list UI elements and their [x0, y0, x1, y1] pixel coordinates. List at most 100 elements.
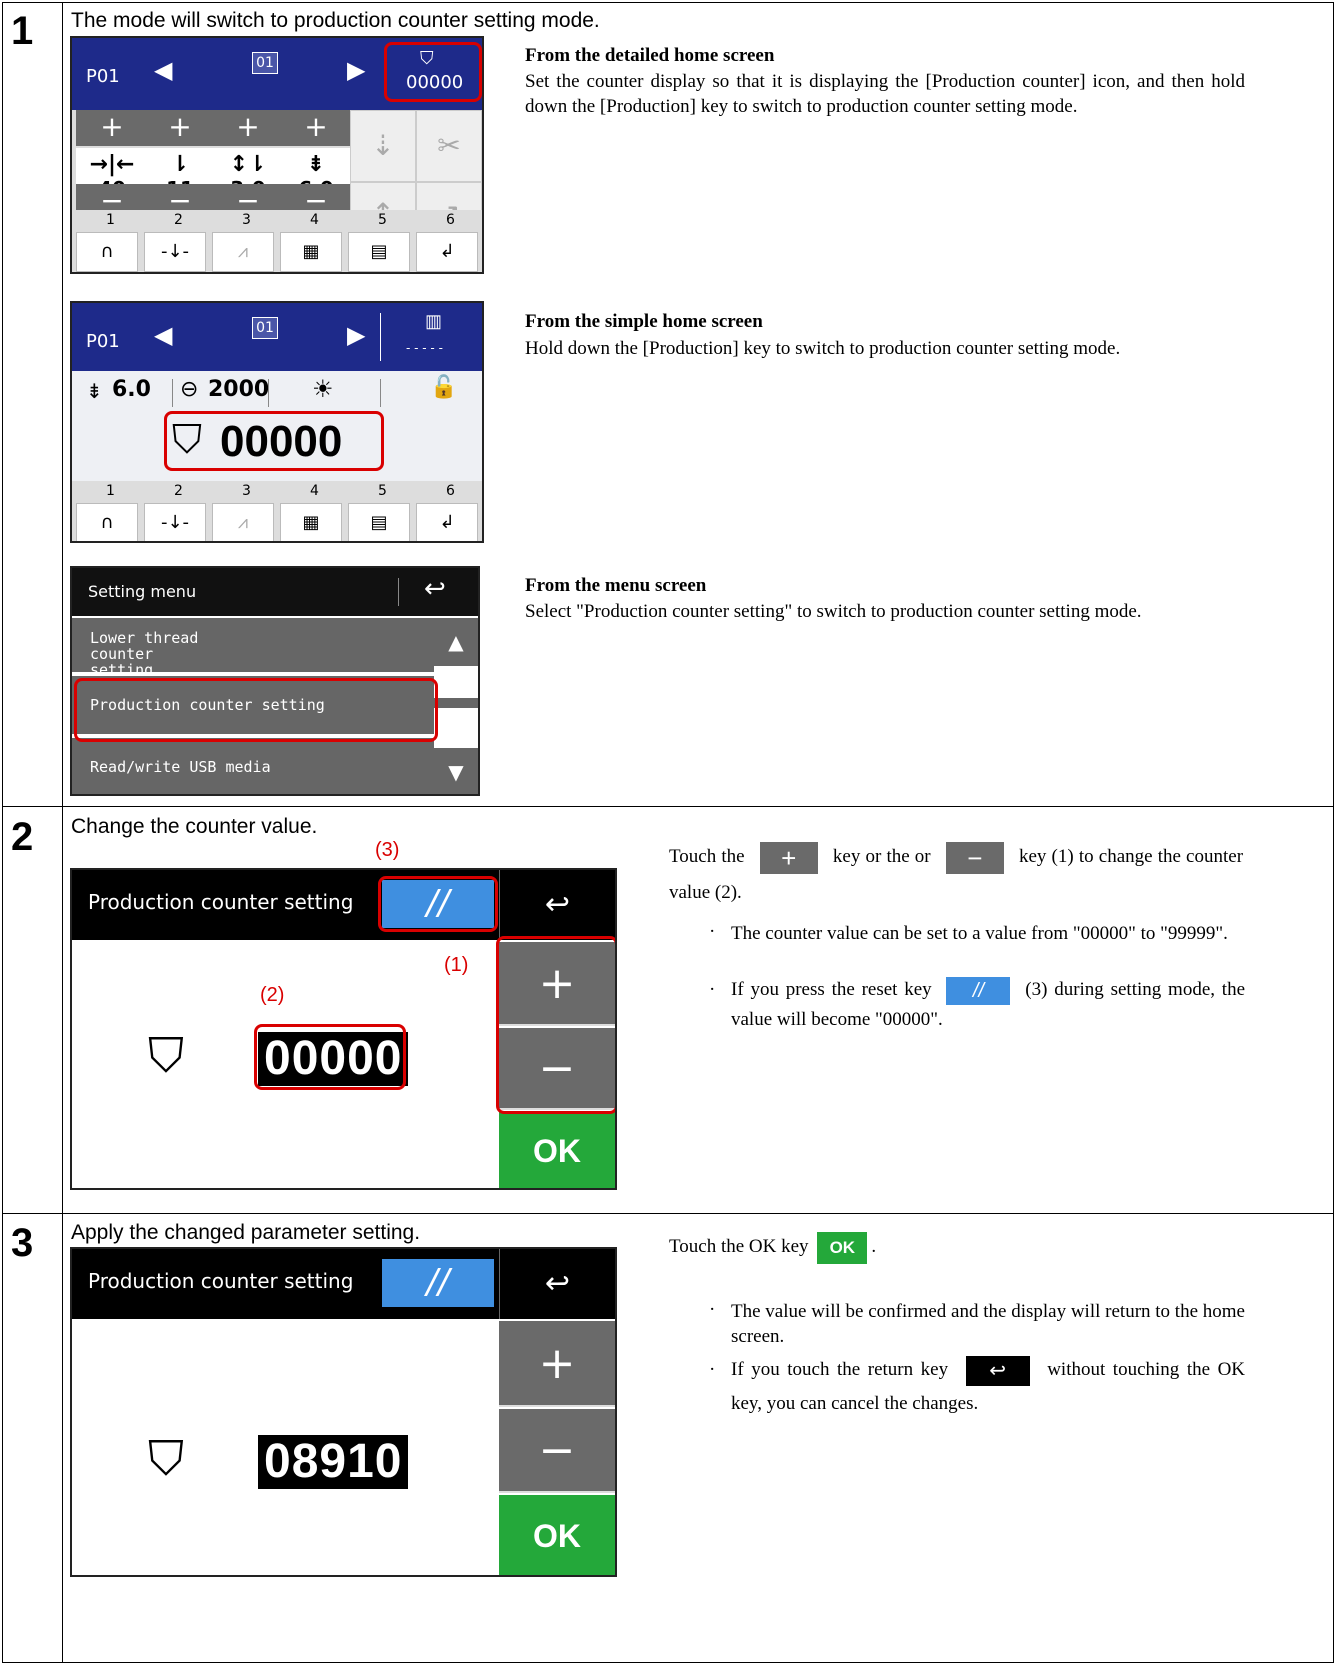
menu-item-usb[interactable]: Read/write USB media: [72, 738, 434, 794]
menu-screen: Setting menu ↩ Lower thread counter sett…: [70, 566, 480, 796]
scroll-up-icon[interactable]: ▲: [434, 618, 478, 666]
needle-position-icon[interactable]: -↓-: [144, 232, 206, 272]
highlight-box: [378, 876, 498, 932]
minus-key-icon: −: [945, 841, 1004, 874]
highlight-box: [74, 678, 438, 742]
nav-bar: P01 ◀ 01 ▶ ▥ - - - - -: [72, 303, 482, 371]
counter-dashes: - - - - -: [406, 341, 443, 355]
counter-icon: ▥: [425, 311, 443, 331]
width-icon: →|←: [89, 152, 135, 177]
highlight-box: [384, 42, 482, 102]
function-key-row: 1 2 3 4 5 6 ∩ -↓- ⩘ ▦ ▤ ↲: [72, 210, 482, 272]
function-key-row: 1 2 3 4 5 6 ∩ -↓- ⩘ ▦ ▤ ↲: [72, 481, 482, 541]
menu-header: Setting menu ↩: [72, 568, 478, 616]
key-number: 2: [174, 483, 183, 499]
section-heading: From the detailed home screen: [525, 45, 775, 66]
step-intro: The mode will switch to production count…: [71, 9, 600, 32]
stitch-select-icon[interactable]: ▦: [280, 503, 342, 541]
key-number: 2: [174, 212, 183, 228]
plus-key[interactable]: +: [499, 1321, 615, 1407]
next-arrow-icon[interactable]: ▶: [347, 56, 365, 85]
step-intro: Apply the changed parameter setting.: [71, 1221, 421, 1244]
instruction-table: 1 The mode will switch to production cou…: [2, 2, 1334, 1663]
width-select-icon[interactable]: ▤: [348, 503, 410, 541]
return-key[interactable]: ↩: [499, 1249, 615, 1319]
prev-arrow-icon[interactable]: ◀: [154, 321, 172, 350]
callout-label: (2): [260, 984, 285, 1006]
return-arrow-icon[interactable]: ↩: [424, 574, 446, 604]
thread-trim-icon[interactable]: ∩: [76, 503, 138, 541]
minus-key[interactable]: −: [499, 1409, 615, 1493]
counter-setting-screen: Production counter setting // ↩ (1) (2) …: [70, 868, 617, 1190]
ok-key[interactable]: OK: [499, 1495, 615, 1575]
next-arrow-icon[interactable]: ▶: [347, 321, 365, 350]
light-icon: ☀: [312, 375, 334, 403]
section-text: Set the counter display so that it is di…: [525, 71, 1245, 117]
screen-title: Production counter setting: [88, 1269, 354, 1293]
needle-position-icon[interactable]: -↓-: [144, 503, 206, 541]
thread-trim-icon[interactable]: ∩: [76, 232, 138, 272]
key-number: 4: [310, 212, 319, 228]
needle-icon: ⇂: [170, 152, 190, 177]
row-divider: [3, 1213, 1333, 1214]
plus-key[interactable]: +: [144, 110, 216, 146]
detailed-home-screen: P01 ◀ 01 ▶ ⛉ 00000 + + + + →|←40 ⇂11 ↕⇂3…: [70, 36, 484, 274]
plus-key[interactable]: +: [280, 110, 352, 146]
plus-key[interactable]: +: [76, 110, 148, 146]
step-intro: Change the counter value.: [71, 815, 318, 838]
scroll-down-icon[interactable]: ▼: [434, 748, 478, 794]
zigzag-icon[interactable]: ⩘: [212, 503, 274, 541]
menu-item-lower-thread[interactable]: Lower thread counter setting: [72, 618, 434, 678]
return-key[interactable]: ↩: [499, 870, 615, 940]
prev-arrow-icon[interactable]: ◀: [154, 56, 172, 85]
counter-setting-screen: Production counter setting // ↩ ⛉ 08910 …: [70, 1247, 617, 1577]
shirt-icon: ⛉: [148, 1028, 185, 1084]
section-heading: From the simple home screen: [525, 311, 763, 332]
scroll-thumb[interactable]: [434, 698, 478, 708]
step-column-divider: [62, 3, 63, 1662]
step-instruction: Touch the + key or the or − key (1) to c…: [669, 841, 1244, 903]
highlight-box: [254, 1024, 406, 1090]
bullet-text: The value will be confirmed and the disp…: [731, 1301, 1245, 1347]
scrollbar[interactable]: ▲ ▼: [434, 618, 478, 794]
key-number: 1: [106, 212, 115, 228]
speed-icon: ⊖: [180, 377, 199, 402]
counter-body: (1) (2) ⛉ 00000: [72, 940, 499, 1188]
stitch-value: 6.0: [112, 377, 151, 402]
bullet-text: The counter value can be set to a value …: [731, 923, 1228, 944]
needle-stop-icon[interactable]: ↲: [416, 232, 478, 272]
ok-key[interactable]: OK: [499, 1112, 615, 1188]
highlight-box: [164, 411, 384, 471]
needle-stop-icon[interactable]: ↲: [416, 503, 478, 541]
key-number: 3: [242, 483, 251, 499]
screen-title: Production counter setting: [88, 890, 354, 914]
bullet-dot: ·: [709, 1299, 716, 1320]
reset-key[interactable]: //: [382, 1259, 494, 1307]
step-number: 2: [11, 815, 34, 859]
counter-value: 08910: [258, 1435, 409, 1489]
simple-body: ⇟ 6.0 ⊖ 2000 ☀ 🔓 ⛉ 00000: [72, 371, 482, 481]
plus-key[interactable]: +: [212, 110, 284, 146]
highlight-box: [496, 936, 615, 1114]
callout-label: (1): [444, 954, 469, 976]
stitch-select-icon[interactable]: ▦: [280, 232, 342, 272]
return-arrow-icon: ↩: [544, 887, 571, 922]
unlock-icon: 🔓: [430, 375, 458, 400]
section-text: Select "Production counter setting" to s…: [525, 601, 1142, 622]
menu-title: Setting menu: [88, 582, 197, 601]
stitch-length-icon: ⇟: [306, 152, 326, 177]
key-number: 5: [378, 212, 387, 228]
counter-header: Production counter setting // ↩: [72, 1249, 615, 1319]
plus-key-icon: +: [759, 841, 818, 874]
width-select-icon[interactable]: ▤: [348, 232, 410, 272]
return-key-icon: ↩: [965, 1355, 1030, 1386]
key-number: 4: [310, 483, 319, 499]
counter-header: Production counter setting // ↩: [72, 870, 615, 940]
pattern-number: 01: [252, 317, 278, 339]
back-tack-start-icon[interactable]: ⇣: [350, 110, 416, 182]
scissors-icon[interactable]: ✂: [416, 110, 482, 182]
stitch-length-icon: ⇟: [86, 379, 103, 403]
zigzag-icon[interactable]: ⩘: [212, 232, 274, 272]
shirt-icon: ⛉: [148, 1431, 185, 1487]
reset-key-icon: //: [946, 976, 1011, 1005]
